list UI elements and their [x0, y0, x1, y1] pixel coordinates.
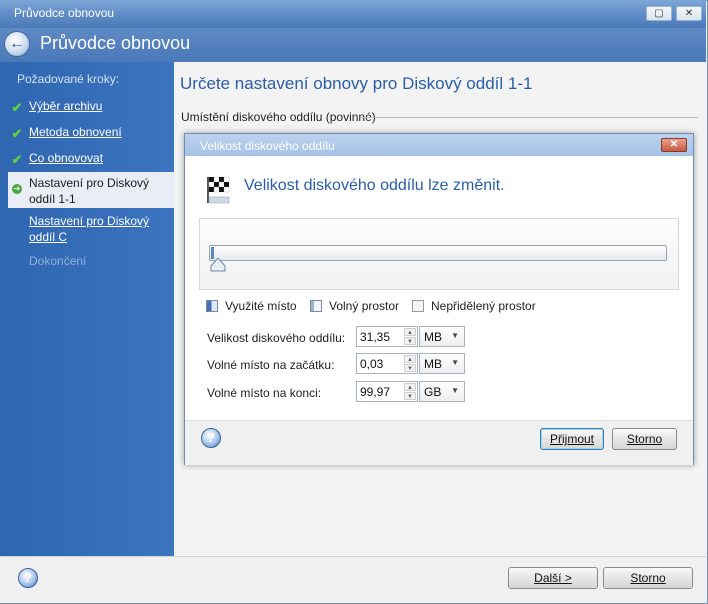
used-space-swatch: [206, 300, 218, 312]
section-label: Umístění diskového oddílu (povinné): [181, 110, 376, 124]
section-divider: [361, 117, 698, 118]
wizard-title: Průvodce obnovou: [40, 33, 191, 53]
chevron-down-icon: ▼: [451, 358, 459, 367]
dialog-cancel-button[interactable]: Storno: [612, 428, 677, 450]
spin-down-icon: ▼: [404, 337, 416, 345]
free-after-input[interactable]: 99,97 ▲ ▼: [356, 381, 418, 402]
free-space-swatch: [310, 300, 322, 312]
chevron-down-icon: ▼: [451, 331, 459, 340]
race-flag-icon: [207, 176, 230, 204]
partition-size-unit-select[interactable]: MB ▼: [419, 326, 465, 347]
sidebar-item-label: Metoda obnovení: [29, 125, 122, 139]
sidebar-item-method[interactable]: ✔ Metoda obnovení: [8, 125, 172, 141]
wizard-footer: [0, 556, 706, 603]
sidebar-item-finish: Dokončení: [29, 254, 87, 268]
back-arrow-icon: ←: [9, 35, 25, 52]
window-close-button[interactable]: ✕: [676, 6, 702, 21]
free-before-unit-select[interactable]: MB ▼: [419, 353, 465, 374]
restore-icon: ▢: [654, 8, 664, 19]
spin-up-icon: ▲: [404, 355, 416, 363]
free-after-unit-select[interactable]: GB ▼: [419, 381, 465, 402]
window-title: Průvodce obnovou: [14, 6, 115, 20]
dialog-heading: Velikost diskového oddílu lze změnit.: [244, 177, 505, 194]
close-icon: ✕: [684, 8, 694, 19]
next-button[interactable]: Další >: [508, 567, 598, 589]
cancel-button[interactable]: Storno: [603, 567, 693, 589]
spin-down-icon: ▼: [404, 392, 416, 400]
sidebar-item-archive[interactable]: ✔ Výběr archivu: [8, 99, 172, 115]
spin-up-icon: ▲: [404, 383, 416, 391]
spin-up-icon: ▲: [404, 328, 416, 336]
chevron-down-icon: ▼: [451, 386, 459, 395]
free-after-label: Volné místo na konci:: [207, 386, 322, 400]
slider-thumb[interactable]: [209, 258, 227, 272]
spinner[interactable]: ▲ ▼: [404, 328, 416, 345]
sidebar-item-partition-1-1[interactable]: ➔ Nastavení pro Diskový oddíl 1-1: [8, 172, 174, 208]
current-step-arrow-icon: ➔: [12, 184, 22, 194]
partition-size-input[interactable]: 31,35 ▲ ▼: [356, 326, 418, 347]
checkmark-icon: ✔: [11, 152, 23, 167]
sidebar-item-label: Nastavení pro Diskový oddíl C: [29, 214, 150, 244]
help-icon[interactable]: ?: [201, 428, 221, 448]
partition-size-label: Velikost diskového oddílu:: [207, 331, 346, 345]
dialog-title: Velikost diskového oddílu: [200, 139, 335, 153]
unallocated-space-label: Nepřidělený prostor: [431, 299, 536, 313]
used-space-label: Využité místo: [225, 299, 297, 313]
spinner[interactable]: ▲ ▼: [404, 355, 416, 372]
help-icon[interactable]: ?: [18, 568, 38, 588]
restore-button[interactable]: ▢: [646, 6, 672, 21]
free-space-label: Volný prostor: [329, 299, 400, 313]
steps-heading: Požadované kroky:: [17, 72, 120, 86]
sidebar-item-partition-c[interactable]: Nastavení pro Diskový oddíl C: [8, 213, 172, 247]
sidebar-item-what[interactable]: ✔ Co obnovovat: [8, 151, 172, 167]
accept-button[interactable]: Přijmout: [540, 428, 604, 450]
spin-down-icon: ▼: [404, 364, 416, 372]
page-title: Určete nastavení obnovy pro Diskový oddí…: [180, 74, 533, 93]
sidebar-item-label: Co obnovovat: [29, 151, 104, 165]
free-before-label: Volné místo na začátku:: [207, 358, 335, 372]
close-icon: ✕: [669, 139, 679, 150]
unallocated-space-swatch: [412, 300, 424, 312]
checkmark-icon: ✔: [11, 126, 23, 141]
free-before-input[interactable]: 0,03 ▲ ▼: [356, 353, 418, 374]
partition-size-slider[interactable]: [209, 245, 667, 261]
back-button[interactable]: ←: [4, 31, 30, 57]
sidebar-item-label: Výběr archivu: [29, 99, 103, 113]
spinner[interactable]: ▲ ▼: [404, 383, 416, 400]
dialog-close-button[interactable]: ✕: [661, 138, 687, 152]
checkmark-icon: ✔: [11, 100, 23, 115]
sidebar-item-label: Nastavení pro Diskový oddíl 1-1: [29, 176, 150, 206]
